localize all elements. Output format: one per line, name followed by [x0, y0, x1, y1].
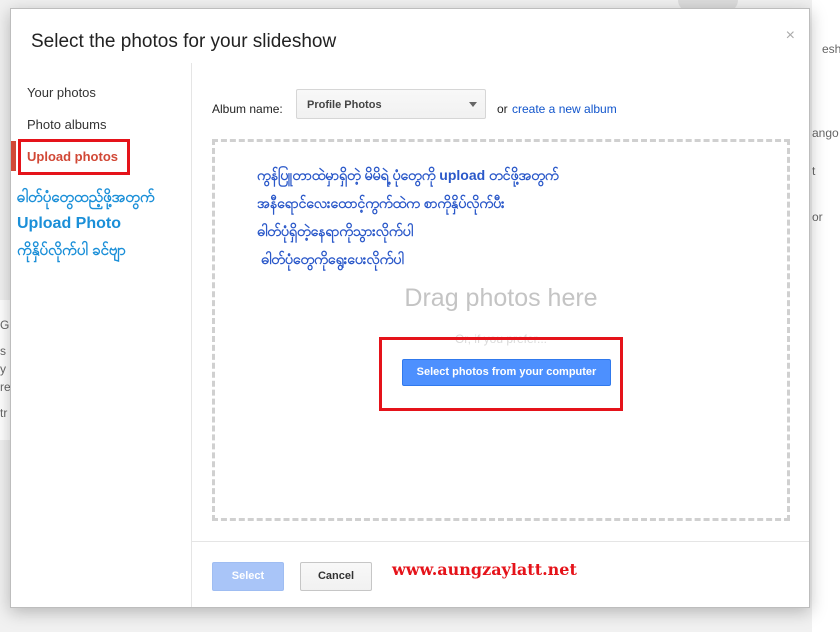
background-text: or — [812, 210, 823, 224]
slideshow-photo-dialog: Select the photos for your slideshow × Y… — [10, 8, 810, 608]
active-item-marker — [11, 141, 16, 171]
background-text: eshow — [822, 42, 840, 56]
cancel-button[interactable]: Cancel — [300, 562, 372, 591]
dialog-main: Album name: Profile Photos or create a n… — [192, 63, 809, 607]
annotation-highlight-box — [379, 337, 623, 411]
background-text: y — [0, 362, 6, 376]
background-left-panel: G s i y re tr — [0, 300, 12, 440]
annotation-left-line: ကိုနှိပ်လိုက်ပါ ခင်ဗျာ — [17, 242, 126, 259]
chevron-down-icon — [469, 102, 477, 107]
album-select[interactable]: Profile Photos — [296, 89, 486, 119]
background-text: t — [812, 164, 816, 178]
dialog-sidebar: Your photos Photo albums Upload photos ဓ… — [11, 63, 192, 607]
annotation-main-line: အနီရောင်လေးထောင့်ကွက်ထဲက စာကိုနှိပ်လိုက်… — [257, 195, 505, 211]
album-name-label: Album name: — [212, 102, 283, 116]
dialog-title: Select the photos for your slideshow — [31, 31, 337, 52]
watermark-text: www.aungzaylatt.net — [392, 560, 577, 579]
annotation-main-line: ကွန်ပြူတာထဲမှာရှိတဲ့ မိမိရဲ့ ပုံတွေကို u… — [257, 167, 559, 183]
annotation-main-line: ဓါတ်ပုံရှိတဲ့နေရာကိုသွားလိုက်ပါ — [257, 223, 413, 239]
sidebar-item-your-photos[interactable]: Your photos — [27, 85, 96, 100]
or-label: or — [497, 102, 508, 116]
close-icon[interactable]: × — [786, 27, 795, 45]
background-text: ango — [812, 126, 839, 140]
photo-dropzone[interactable]: ကွန်ပြူတာထဲမှာရှိတဲ့ မိမိရဲ့ ပုံတွေကို u… — [212, 139, 790, 521]
annotation-left-line: ဓါတ်ပုံတွေထည့်ဖို့အတွက် — [17, 189, 155, 206]
sidebar-item-photo-albums[interactable]: Photo albums — [27, 117, 107, 132]
album-select-value: Profile Photos — [307, 99, 382, 111]
create-album-link[interactable]: create a new album — [512, 102, 617, 116]
annotation-highlight-box — [18, 139, 130, 175]
background-text: tr — [0, 406, 8, 420]
dialog-footer: Select Cancel www.aungzaylatt.net — [192, 541, 809, 610]
drag-photos-text: Drag photos here — [404, 284, 598, 312]
background-text: G — [0, 318, 10, 332]
annotation-main-line: ဓါတ်ပုံတွေကိုရွေးပေးလိုက်ပါ — [261, 251, 404, 267]
annotation-left-line: Upload Photo — [17, 215, 121, 232]
background-right-panel: eshow ango t or — [812, 0, 840, 632]
select-button[interactable]: Select — [212, 562, 284, 591]
